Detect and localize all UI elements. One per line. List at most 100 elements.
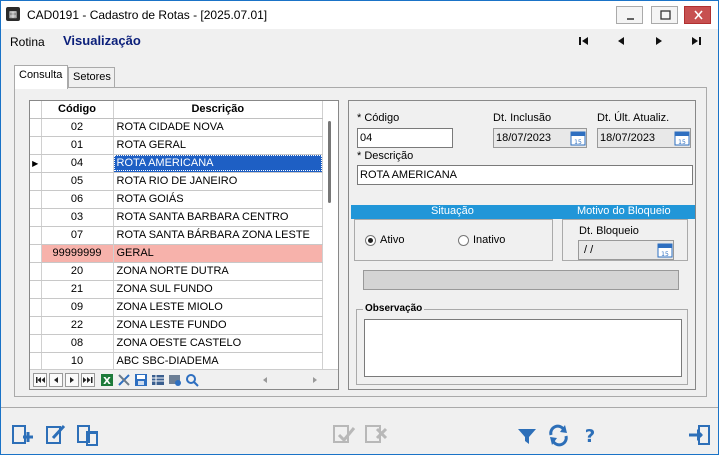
descricao-field[interactable] bbox=[357, 165, 693, 185]
inativo-label[interactable]: Inativo bbox=[473, 234, 505, 246]
filter-icon[interactable] bbox=[515, 423, 541, 447]
rotina-menu[interactable]: Rotina bbox=[10, 35, 45, 49]
cell-codigo[interactable]: 01 bbox=[41, 136, 114, 155]
table-row[interactable]: 07 ROTA SANTA BÁRBARA ZONA LESTE bbox=[30, 226, 323, 245]
table-row[interactable]: 20 ZONA NORTE DUTRA bbox=[30, 262, 323, 281]
search-icon[interactable] bbox=[185, 373, 199, 387]
codigo-field[interactable] bbox=[357, 128, 453, 148]
table-row[interactable]: 21 ZONA SUL FUNDO bbox=[30, 280, 323, 299]
cell-descricao[interactable]: ABC SBC-DIADEMA bbox=[113, 352, 323, 371]
cell-codigo[interactable]: 08 bbox=[41, 334, 114, 353]
table-row[interactable]: 03 ROTA SANTA BARBARA CENTRO bbox=[30, 208, 323, 227]
save-grid-icon[interactable] bbox=[134, 373, 148, 387]
cell-codigo[interactable]: 03 bbox=[41, 208, 114, 227]
grid-prior-icon[interactable] bbox=[49, 373, 63, 387]
table-row[interactable]: 01 ROTA GERAL bbox=[30, 136, 323, 155]
grid-config-icon[interactable] bbox=[168, 373, 182, 387]
minimize-icon bbox=[627, 18, 634, 20]
row-indicator bbox=[30, 244, 42, 263]
app-grid-icon[interactable]: ▦ bbox=[6, 7, 20, 21]
cell-descricao[interactable]: ROTA SANTA BARBARA CENTRO bbox=[113, 208, 323, 227]
help-icon[interactable]: ? bbox=[579, 423, 605, 447]
cell-codigo[interactable]: 10 bbox=[41, 352, 114, 371]
table-row[interactable]: 09 ZONA LESTE MIOLO bbox=[30, 298, 323, 317]
grid-next-icon[interactable] bbox=[65, 373, 79, 387]
cell-codigo[interactable]: 09 bbox=[41, 298, 114, 317]
grid-last-icon[interactable] bbox=[81, 373, 95, 387]
cell-descricao[interactable]: ZONA LESTE FUNDO bbox=[113, 316, 323, 335]
cell-descricao[interactable]: ZONA OESTE CASTELO bbox=[113, 334, 323, 353]
scroll-right-icon[interactable] bbox=[308, 373, 322, 387]
cell-codigo[interactable]: 21 bbox=[41, 280, 114, 299]
previous-record-icon[interactable] bbox=[614, 34, 628, 48]
cell-descricao[interactable]: ZONA SUL FUNDO bbox=[113, 280, 323, 299]
observacao-textarea[interactable] bbox=[364, 319, 682, 377]
cell-codigo[interactable]: 02 bbox=[41, 118, 114, 137]
dt-ult-atualiz-label: Dt. Últ. Atualiz. bbox=[597, 112, 670, 124]
cell-descricao[interactable]: ROTA CIDADE NOVA bbox=[113, 118, 323, 137]
ativo-radio[interactable] bbox=[365, 235, 376, 246]
scrollbar-thumb[interactable] bbox=[328, 121, 331, 203]
column-header-codigo[interactable]: Código bbox=[41, 101, 114, 119]
new-record-icon[interactable] bbox=[9, 423, 35, 447]
table-row[interactable]: 10 ABC SBC-DIADEMA bbox=[30, 352, 323, 371]
table-row[interactable]: ▶ 04 ROTA AMERICANA bbox=[30, 154, 323, 173]
cell-descricao[interactable]: ZONA LESTE MIOLO bbox=[113, 298, 323, 317]
table-row[interactable]: 22 ZONA LESTE FUNDO bbox=[30, 316, 323, 335]
cell-codigo[interactable]: 22 bbox=[41, 316, 114, 335]
cell-codigo[interactable]: 07 bbox=[41, 226, 114, 245]
cell-codigo[interactable]: 05 bbox=[41, 172, 114, 191]
calendar-icon[interactable]: 15 bbox=[657, 242, 673, 258]
svg-text:15: 15 bbox=[574, 139, 582, 146]
grid-vertical-scrollbar[interactable] bbox=[323, 119, 338, 369]
tools-icon[interactable] bbox=[117, 373, 131, 387]
cell-codigo[interactable]: 99999999 bbox=[41, 244, 114, 263]
motivo-bloqueio-field[interactable] bbox=[363, 270, 679, 290]
svg-text:15: 15 bbox=[661, 251, 669, 258]
grid-first-icon[interactable] bbox=[33, 373, 47, 387]
dt-inclusao-label: Dt. Inclusão bbox=[493, 112, 552, 124]
calendar-icon[interactable]: 15 bbox=[674, 130, 690, 146]
maximize-button[interactable] bbox=[651, 6, 678, 24]
ativo-label[interactable]: Ativo bbox=[380, 234, 404, 246]
table-row[interactable]: 08 ZONA OESTE CASTELO bbox=[30, 334, 323, 353]
edit-record-icon[interactable] bbox=[43, 423, 69, 447]
delete-record-icon[interactable] bbox=[75, 423, 101, 447]
cell-codigo[interactable]: 20 bbox=[41, 262, 114, 281]
inativo-radio[interactable] bbox=[458, 235, 469, 246]
cell-codigo[interactable]: 04 bbox=[41, 154, 114, 173]
table-row[interactable]: 99999999 GERAL bbox=[30, 244, 323, 263]
routine-toolbar: Rotina Visualização bbox=[1, 29, 718, 55]
exit-icon[interactable] bbox=[687, 423, 713, 447]
cell-codigo[interactable]: 06 bbox=[41, 190, 114, 209]
minimize-button[interactable] bbox=[616, 6, 643, 24]
cell-descricao[interactable]: ROTA SANTA BÁRBARA ZONA LESTE bbox=[113, 226, 323, 245]
row-indicator bbox=[30, 334, 42, 353]
close-button[interactable] bbox=[684, 6, 711, 24]
cell-descricao[interactable]: ZONA NORTE DUTRA bbox=[113, 262, 323, 281]
last-record-icon[interactable] bbox=[689, 34, 703, 48]
scroll-left-icon[interactable] bbox=[258, 373, 272, 387]
dt-bloqueio-label: Dt. Bloqueio bbox=[579, 225, 639, 237]
row-indicator bbox=[30, 136, 42, 155]
cell-descricao[interactable]: ROTA RIO DE JANEIRO bbox=[113, 172, 323, 191]
routes-grid[interactable]: Código Descrição 02 ROTA CIDADE NOVA 01 ROT… bbox=[29, 100, 339, 390]
tab-consulta[interactable]: Consulta bbox=[14, 65, 68, 89]
next-record-icon[interactable] bbox=[652, 34, 666, 48]
column-header-descricao[interactable]: Descrição bbox=[113, 101, 323, 119]
cell-descricao[interactable]: ROTA GOIÁS bbox=[113, 190, 323, 209]
table-row[interactable]: 02 ROTA CIDADE NOVA bbox=[30, 118, 323, 137]
refresh-icon[interactable] bbox=[546, 423, 572, 447]
table-row[interactable]: 06 ROTA GOIÁS bbox=[30, 190, 323, 209]
excel-export-icon[interactable]: X bbox=[100, 373, 114, 387]
cell-descricao[interactable]: ROTA AMERICANA bbox=[113, 154, 323, 173]
cell-descricao[interactable]: GERAL bbox=[113, 244, 323, 263]
descricao-label: * Descrição bbox=[357, 150, 414, 162]
first-record-icon[interactable] bbox=[577, 34, 591, 48]
cell-descricao[interactable]: ROTA GERAL bbox=[113, 136, 323, 155]
tab-setores[interactable]: Setores bbox=[68, 67, 115, 88]
table-row[interactable]: 05 ROTA RIO DE JANEIRO bbox=[30, 172, 323, 191]
grid-layout-icon[interactable] bbox=[151, 373, 165, 387]
calendar-icon[interactable]: 15 bbox=[570, 130, 586, 146]
situacao-header: Situação bbox=[431, 205, 474, 217]
